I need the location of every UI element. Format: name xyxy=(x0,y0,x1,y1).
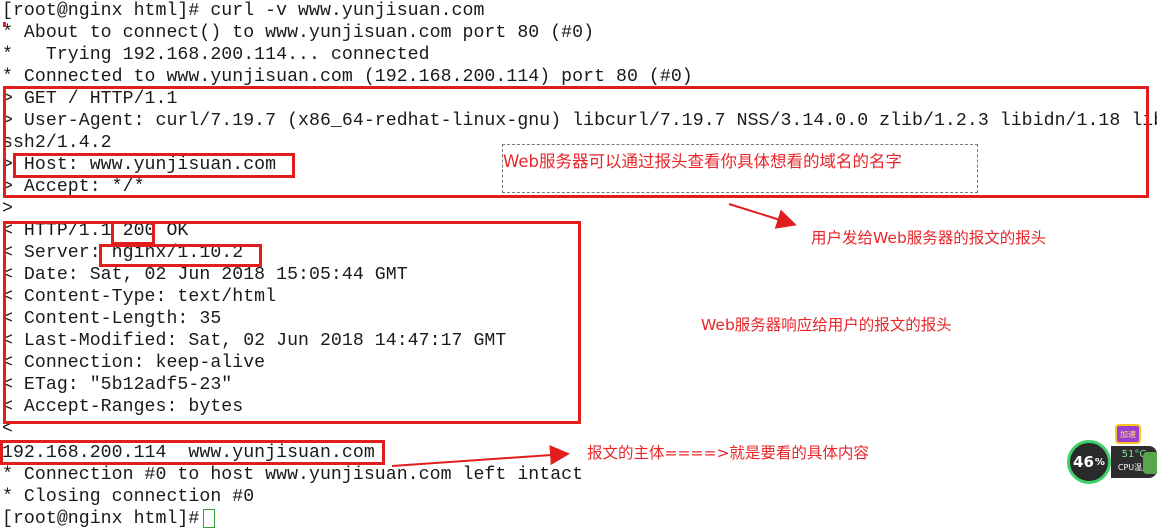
status-code-highlight-box xyxy=(111,221,155,245)
terminal-cursor xyxy=(203,509,215,528)
terminal-line-prompt: [root@nginx html]# curl -v www.yunjisuan… xyxy=(2,1,485,21)
red-mark xyxy=(3,22,6,27)
terminal-line-prompt-final: [root@nginx html]# xyxy=(2,509,211,529)
response-body-highlight-box xyxy=(0,440,385,465)
terminal-line-left-intact: * Connection #0 to host www.yunjisuan.co… xyxy=(2,465,584,485)
cpu-usage-value: 46 xyxy=(1073,453,1094,471)
terminal-line-connected: * Connected to www.yunjisuan.com (192.16… xyxy=(2,67,693,87)
cpu-usage-unit: % xyxy=(1094,456,1105,468)
request-line-end: > xyxy=(2,199,13,219)
cpu-usage-gauge[interactable]: 46% xyxy=(1067,440,1111,484)
response-body-note: 报文的主体====>就是要看的具体内容 xyxy=(587,444,869,462)
response-header-note: Web服务器响应给用户的报文的报头 xyxy=(701,316,952,334)
side-panel-tab[interactable] xyxy=(1143,452,1157,474)
terminal-line-trying: * Trying 192.168.200.114... connected xyxy=(2,45,430,65)
host-note: Web服务器可以通过报头查看你具体想看的域名的名字 xyxy=(503,152,902,171)
terminal-line-about: * About to connect() to www.yunjisuan.co… xyxy=(2,23,595,43)
request-header-note: 用户发给Web服务器的报文的报头 xyxy=(811,229,1047,247)
host-highlight-box xyxy=(13,153,295,178)
server-highlight-box xyxy=(99,244,262,267)
response-header-box xyxy=(3,221,581,424)
boost-badge[interactable]: 加速 xyxy=(1115,424,1141,444)
arrow-to-request-note xyxy=(728,203,797,229)
terminal-line-closing: * Closing connection #0 xyxy=(2,487,255,507)
